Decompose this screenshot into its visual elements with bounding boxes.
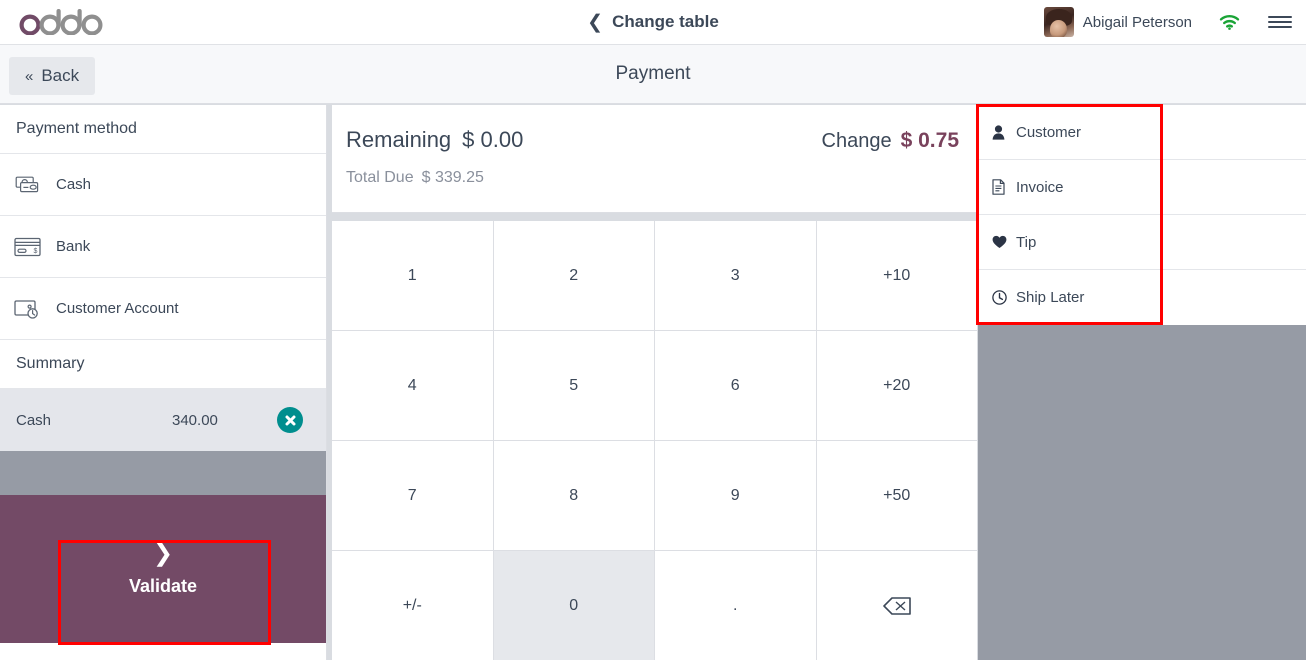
numpad-key-4[interactable]: 4 bbox=[332, 331, 493, 440]
delete-circle-x-icon[interactable] bbox=[277, 407, 303, 433]
numpad-key-2[interactable]: 2 bbox=[493, 221, 654, 330]
payment-method-customer-account[interactable]: Customer Account bbox=[0, 278, 326, 340]
summary-header: Summary bbox=[0, 340, 326, 389]
svg-text:$: $ bbox=[34, 248, 38, 255]
numpad-key-7[interactable]: 7 bbox=[332, 441, 493, 550]
page-title: Payment bbox=[615, 63, 691, 84]
validate-area: ❯ Validate bbox=[0, 495, 326, 643]
action-invoice[interactable]: Invoice bbox=[978, 160, 1306, 215]
numpad-key-plus50[interactable]: +50 bbox=[816, 441, 977, 550]
numpad-key-6[interactable]: 6 bbox=[655, 331, 816, 440]
remaining-value: $ 0.00 bbox=[462, 127, 524, 152]
sidebar-spacer bbox=[0, 451, 326, 495]
person-icon bbox=[992, 124, 1016, 140]
payment-method-cash[interactable]: Cash bbox=[0, 154, 326, 216]
sub-header: Payment « Back bbox=[0, 45, 1306, 104]
pos-payment-screen: ❮ Change table Abigail Peterson Payment … bbox=[0, 0, 1306, 660]
clock-icon bbox=[992, 290, 1016, 305]
backspace-icon bbox=[882, 596, 911, 615]
numpad-key-decimal[interactable]: . bbox=[655, 551, 816, 660]
remaining-line: Remaining $ 0.00 bbox=[346, 127, 523, 153]
back-button-label: Back bbox=[41, 66, 80, 85]
change-line: Change $ 0.75 bbox=[822, 129, 959, 153]
right-empty-area bbox=[978, 325, 1306, 660]
total-due-line: Total Due $ 339.25 bbox=[346, 169, 484, 187]
action-label: Invoice bbox=[1016, 178, 1064, 196]
numpad-key-9[interactable]: 9 bbox=[655, 441, 816, 550]
remaining-label: Remaining bbox=[346, 127, 452, 152]
numpad-key-1[interactable]: 1 bbox=[332, 221, 493, 330]
payment-method-label: Bank bbox=[56, 238, 91, 255]
numpad-key-0[interactable]: 0 bbox=[493, 551, 654, 660]
user-area: Abigail Peterson bbox=[1043, 0, 1292, 44]
numpad: 1 2 3 +10 4 5 6 +20 7 8 9 +50 +/- 0 . bbox=[332, 221, 977, 660]
chevron-left-icon: ❮ bbox=[587, 11, 604, 33]
numpad-key-plus20[interactable]: +20 bbox=[816, 331, 977, 440]
cash-banknotes-icon bbox=[0, 175, 56, 195]
action-customer[interactable]: Customer bbox=[978, 105, 1306, 160]
numpad-key-backspace[interactable] bbox=[816, 551, 977, 660]
actions-panel: Customer Invoice Tip Ship Later bbox=[978, 105, 1306, 325]
action-tip[interactable]: Tip bbox=[978, 215, 1306, 270]
payment-method-label: Cash bbox=[56, 176, 92, 193]
action-ship-later[interactable]: Ship Later bbox=[978, 270, 1306, 325]
avatar[interactable] bbox=[1043, 7, 1074, 37]
summary-row-name: Cash bbox=[16, 411, 52, 429]
numpad-key-8[interactable]: 8 bbox=[493, 441, 654, 550]
wifi-icon[interactable] bbox=[1218, 12, 1240, 32]
numpad-key-3[interactable]: 3 bbox=[655, 221, 816, 330]
numpad-key-5[interactable]: 5 bbox=[493, 331, 654, 440]
change-value: $ 0.75 bbox=[900, 129, 959, 152]
back-button[interactable]: « Back bbox=[9, 57, 96, 95]
validate-button-label: Validate bbox=[128, 575, 198, 596]
change-label: Change bbox=[821, 130, 892, 152]
numpad-key-plus10[interactable]: +10 bbox=[816, 221, 977, 330]
total-due-value: $ 339.25 bbox=[421, 169, 484, 186]
change-table-label: Change table bbox=[612, 12, 719, 31]
summary-row-amount: 340.00 bbox=[172, 411, 218, 429]
total-due-label: Total Due bbox=[346, 169, 414, 186]
document-icon bbox=[992, 179, 1016, 195]
validate-button[interactable]: ❯ Validate bbox=[0, 495, 326, 643]
action-label: Tip bbox=[1016, 233, 1037, 251]
summary-row-cash[interactable]: Cash 340.00 bbox=[0, 389, 326, 451]
user-name: Abigail Peterson bbox=[1082, 13, 1192, 31]
hamburger-menu-icon[interactable] bbox=[1268, 10, 1292, 34]
payment-method-header: Payment method bbox=[0, 105, 326, 154]
double-chevron-left-icon: « bbox=[25, 67, 34, 85]
wallet-clock-icon bbox=[0, 298, 56, 320]
credit-card-icon: $ bbox=[0, 237, 56, 257]
totals-card: Remaining $ 0.00 Change $ 0.75 Total Due… bbox=[332, 105, 977, 213]
numpad-key-sign[interactable]: +/- bbox=[332, 551, 493, 660]
heart-icon bbox=[992, 235, 1016, 249]
payment-sidebar: Payment method Cash $ Bank Customer Acco… bbox=[0, 105, 327, 660]
action-label: Customer bbox=[1016, 123, 1082, 141]
payment-method-bank[interactable]: $ Bank bbox=[0, 216, 326, 278]
payment-method-label: Customer Account bbox=[56, 300, 179, 317]
action-label: Ship Later bbox=[1016, 289, 1085, 306]
top-bar: ❮ Change table Abigail Peterson bbox=[0, 0, 1306, 45]
chevron-right-icon: ❯ bbox=[152, 539, 174, 567]
